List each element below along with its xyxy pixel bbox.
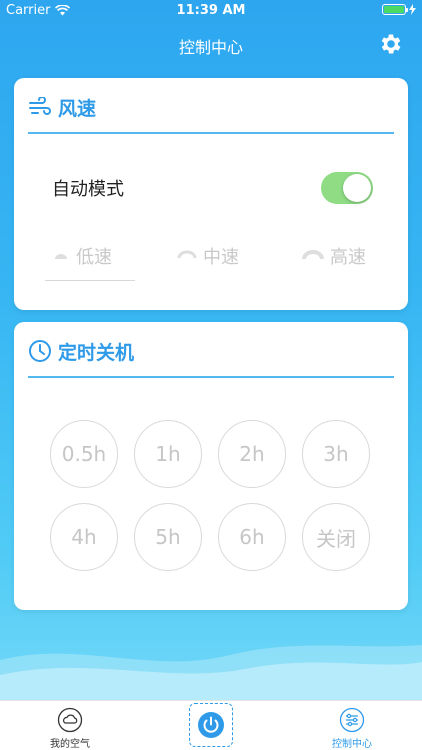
auto-mode-toggle[interactable]	[321, 172, 373, 204]
timer-option-5h[interactable]: 5h	[134, 503, 202, 571]
wind-speed-card: 风速 自动模式 低速 中速 高速	[14, 78, 408, 310]
speed-selection-underline	[45, 280, 135, 281]
timer-option-0-5h[interactable]: 0.5h	[50, 420, 118, 488]
divider	[28, 132, 394, 134]
timer-title: 定时关机	[58, 341, 135, 364]
tab-my-air-label: 我的空气	[50, 739, 90, 750]
page-title: 控制中心	[178, 38, 243, 57]
divider	[28, 376, 394, 378]
wind-icon	[29, 97, 51, 115]
fan-low-icon	[55, 254, 67, 259]
speed-high-button[interactable]: 高速	[302, 243, 366, 269]
toggle-knob	[343, 174, 371, 202]
tab-my-air[interactable]: 我的空气	[30, 707, 110, 750]
timer-option-6h[interactable]: 6h	[218, 503, 286, 571]
power-button[interactable]	[189, 703, 233, 747]
status-bar: Carrier 11:39 AM	[0, 0, 422, 22]
tab-control-center-label: 控制中心	[332, 739, 372, 750]
timer-option-4h[interactable]: 4h	[50, 503, 118, 571]
tab-control-center[interactable]: 控制中心	[312, 707, 392, 750]
sliders-icon	[339, 707, 365, 733]
wave-decoration	[0, 645, 422, 700]
speed-high-label: 高速	[330, 247, 366, 268]
nav-bar: 控制中心	[0, 22, 422, 66]
clock-icon	[29, 340, 51, 362]
auto-mode-label: 自动模式	[52, 179, 124, 200]
gear-icon[interactable]	[378, 31, 404, 57]
timer-option-1h[interactable]: 1h	[134, 420, 202, 488]
timer-option-2h[interactable]: 2h	[218, 420, 286, 488]
power-icon	[198, 712, 224, 738]
speed-mid-label: 中速	[203, 247, 239, 268]
charging-icon	[409, 4, 416, 15]
fan-high-icon	[302, 250, 324, 260]
speed-low-button[interactable]: 低速	[52, 243, 112, 269]
status-time: 11:39 AM	[176, 3, 246, 18]
fan-mid-icon	[177, 250, 197, 259]
timer-option-off[interactable]: 关闭	[302, 503, 370, 571]
battery-icon	[382, 4, 408, 15]
wind-speed-title: 风速	[58, 97, 97, 120]
speed-mid-button[interactable]: 中速	[177, 243, 239, 269]
timer-option-3h[interactable]: 3h	[302, 420, 370, 488]
cloud-icon	[57, 707, 83, 733]
speed-low-label: 低速	[76, 247, 112, 268]
timer-card: 定时关机 0.5h 1h 2h 3h 4h 5h 6h 关闭	[14, 322, 408, 610]
